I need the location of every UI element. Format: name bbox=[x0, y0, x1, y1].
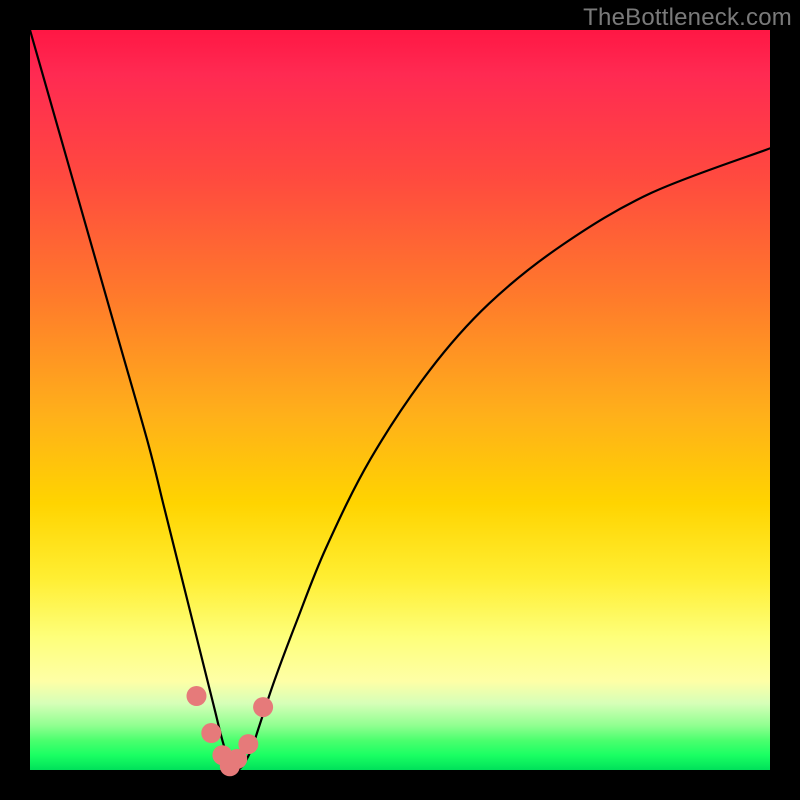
curve-marker bbox=[238, 734, 258, 754]
watermark-label: TheBottleneck.com bbox=[583, 4, 792, 32]
curve-marker bbox=[253, 697, 273, 717]
curve-marker bbox=[201, 723, 221, 743]
bottleneck-curve bbox=[30, 30, 770, 770]
chart-svg bbox=[30, 30, 770, 770]
curve-marker bbox=[187, 686, 207, 706]
chart-plot-area bbox=[30, 30, 770, 770]
chart-frame: TheBottleneck.com bbox=[0, 0, 800, 800]
curve-markers bbox=[187, 686, 274, 776]
